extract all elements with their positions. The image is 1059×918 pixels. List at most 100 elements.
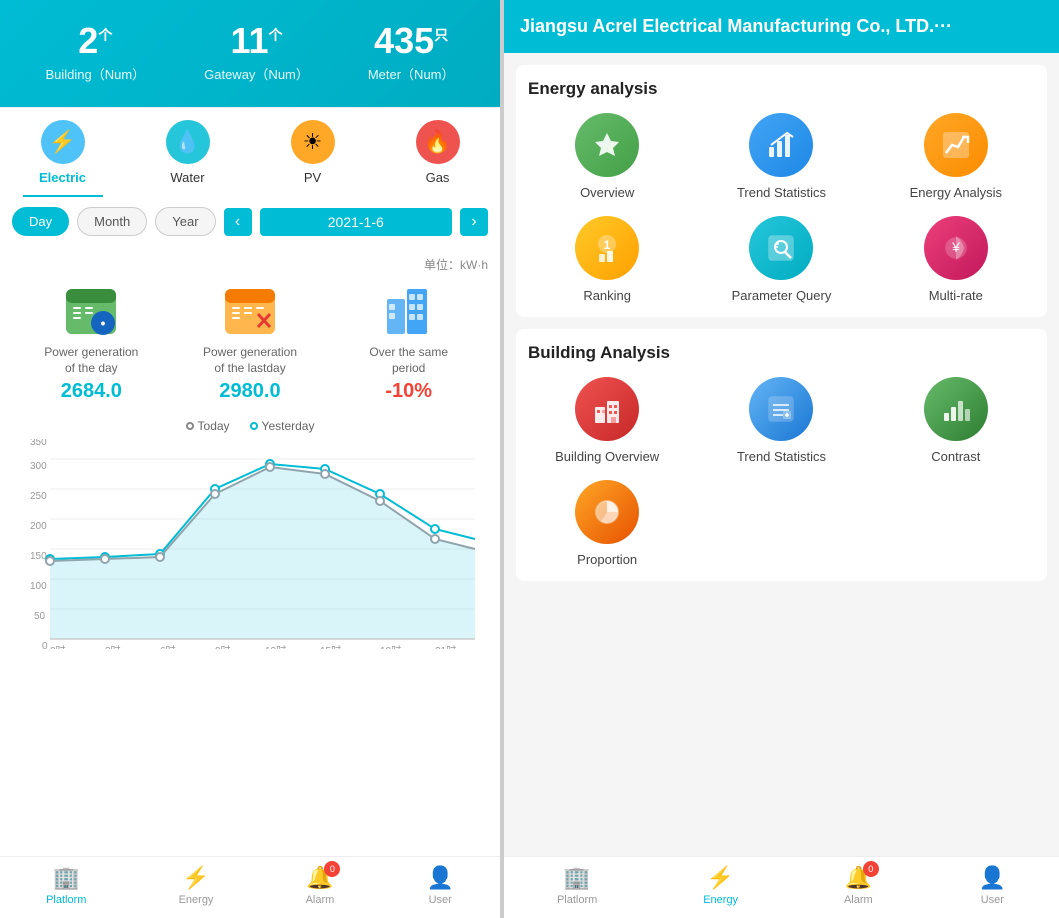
svg-text:12时: 12时 <box>265 645 286 649</box>
right-nav-energy[interactable]: ⚡ Energy <box>703 865 738 906</box>
right-bottom-nav: 🏢 Platlorm ⚡ Energy 🔔 0 Alarm 👤 User <box>504 856 1059 918</box>
electric-icon: ⚡ <box>41 120 85 164</box>
menu-ranking[interactable]: 1 Ranking <box>528 216 686 303</box>
menu-trend-statistics[interactable]: Trend Statistics <box>702 113 860 200</box>
energy-analysis-title: Energy analysis <box>528 79 1035 99</box>
chart-area: 0 50 100 150 200 250 300 350 <box>12 439 488 649</box>
building-overview-label: Building Overview <box>555 449 659 464</box>
left-nav-alarm[interactable]: 🔔 0 Alarm <box>306 865 335 906</box>
month-button[interactable]: Month <box>77 207 147 236</box>
menu-building-trend[interactable]: Trend Statistics <box>702 377 860 464</box>
menu-parameter-query[interactable]: Parameter Query <box>702 216 860 303</box>
unit-label: 单位：kW·h <box>12 256 488 273</box>
right-nav-user[interactable]: 👤 User <box>979 865 1006 906</box>
svg-text:50: 50 <box>34 611 46 622</box>
pv-icon: ☀ <box>291 120 335 164</box>
chart-svg: 0 50 100 150 200 250 300 350 <box>12 439 488 649</box>
platform-icon: 🏢 <box>53 865 80 891</box>
contrast-icon <box>924 377 988 441</box>
right-header: Jiangsu Acrel Electrical Manufacturing C… <box>504 0 1059 53</box>
menu-proportion[interactable]: Proportion <box>528 480 686 567</box>
menu-building-overview[interactable]: Building Overview <box>528 377 686 464</box>
legend-yesterday-label: Yesterday <box>262 419 315 433</box>
energy-type-electric[interactable]: ⚡ Electric <box>23 120 103 197</box>
menu-overview[interactable]: Overview <box>528 113 686 200</box>
right-nav-platform[interactable]: 🏢 Platlorm <box>557 865 597 906</box>
svg-text:1: 1 <box>604 238 611 252</box>
energy-type-row: ⚡ Electric 💧 Water ☀ PV 🔥 Gas <box>0 107 500 197</box>
gateway-stat: 11个 Gateway（Num） <box>204 20 309 83</box>
menu-multi-rate[interactable]: ¥ Multi-rate <box>877 216 1035 303</box>
svg-text:18时: 18时 <box>380 645 401 649</box>
right-panel: Jiangsu Acrel Electrical Manufacturing C… <box>504 0 1059 918</box>
date-next-button[interactable]: › <box>460 208 488 236</box>
menu-energy-analysis[interactable]: Energy Analysis <box>877 113 1035 200</box>
today-calendar-icon: • <box>61 279 121 339</box>
left-nav-energy[interactable]: ⚡ Energy <box>179 865 214 906</box>
date-row: Day Month Year ‹ 2021-1-6 › <box>0 197 500 246</box>
meter-label: Meter（Num） <box>368 64 455 83</box>
right-content: Energy analysis Overview <box>504 53 1059 856</box>
stats-row: 2个 Building（Num） 11个 Gateway（Num） 435只 M… <box>16 20 484 83</box>
svg-text:0时: 0时 <box>50 645 66 649</box>
right-nav-alarm[interactable]: 🔔 0 Alarm <box>844 865 873 906</box>
legend-today-label: Today <box>198 419 230 433</box>
energy-type-pv[interactable]: ☀ PV <box>273 120 353 197</box>
date-prev-button[interactable]: ‹ <box>224 208 252 236</box>
svg-text:150: 150 <box>30 551 47 562</box>
period-value: -10% <box>329 380 488 403</box>
energy-type-water[interactable]: 💧 Water <box>148 120 228 197</box>
left-panel: 2个 Building（Num） 11个 Gateway（Num） 435只 M… <box>0 0 500 918</box>
platform-label: Platlorm <box>46 894 86 906</box>
today-dot <box>186 422 194 430</box>
water-label: Water <box>170 170 204 185</box>
right-platform-icon: 🏢 <box>563 865 590 891</box>
multi-rate-label: Multi-rate <box>929 288 983 303</box>
energy-analysis-grid: Overview Trend Statistics <box>528 113 1035 303</box>
today-value: 2684.0 <box>12 380 171 403</box>
power-card-today: • Power generationof the day 2684.0 <box>12 279 171 403</box>
today-label: Power generationof the day <box>12 345 171 376</box>
day-button[interactable]: Day <box>12 207 69 236</box>
ranking-label: Ranking <box>583 288 631 303</box>
energy-analysis-card: Energy analysis Overview <box>516 65 1047 317</box>
energy-label: Energy <box>179 894 214 906</box>
building-analysis-grid: Building Overview <box>528 377 1035 567</box>
power-cards: • Power generationof the day 2684.0 <box>12 279 488 403</box>
parameter-query-label: Parameter Query <box>732 288 832 303</box>
menu-contrast[interactable]: Contrast <box>877 377 1035 464</box>
energy-icon: ⚡ <box>182 865 209 891</box>
contrast-label: Contrast <box>931 449 980 464</box>
right-header-title: Jiangsu Acrel Electrical Manufacturing C… <box>520 16 952 37</box>
pv-label: PV <box>304 170 321 185</box>
period-building-icon <box>379 279 439 339</box>
building-overview-icon <box>575 377 639 441</box>
building-trend-icon <box>749 377 813 441</box>
proportion-icon <box>575 480 639 544</box>
right-user-label: User <box>981 894 1004 906</box>
meter-number: 435只 <box>368 20 455 62</box>
lastday-value: 2980.0 <box>171 380 330 403</box>
gas-label: Gas <box>426 170 450 185</box>
energy-type-gas[interactable]: 🔥 Gas <box>398 120 478 197</box>
svg-text:3时: 3时 <box>105 645 121 649</box>
svg-text:350: 350 <box>30 439 47 448</box>
svg-text:100: 100 <box>30 581 47 592</box>
alarm-badge: 0 <box>324 861 340 877</box>
date-display: 2021-1-6 <box>260 208 452 236</box>
legend-yesterday: Yesterday <box>250 419 315 433</box>
overview-label: Overview <box>580 185 634 200</box>
legend-today: Today <box>186 419 230 433</box>
svg-text:250: 250 <box>30 491 47 502</box>
energy-analysis-icon <box>924 113 988 177</box>
proportion-label: Proportion <box>577 552 637 567</box>
gateway-number: 11个 <box>204 20 309 62</box>
lastday-calendar-icon <box>220 279 280 339</box>
chart-container: Today Yesterday 0 50 100 150 200 250 300 <box>0 411 500 856</box>
svg-text:0: 0 <box>42 641 48 649</box>
left-nav-platform[interactable]: 🏢 Platlorm <box>46 865 86 906</box>
user-label: User <box>429 894 452 906</box>
overview-icon <box>575 113 639 177</box>
year-button[interactable]: Year <box>155 207 215 236</box>
left-nav-user[interactable]: 👤 User <box>426 865 453 906</box>
